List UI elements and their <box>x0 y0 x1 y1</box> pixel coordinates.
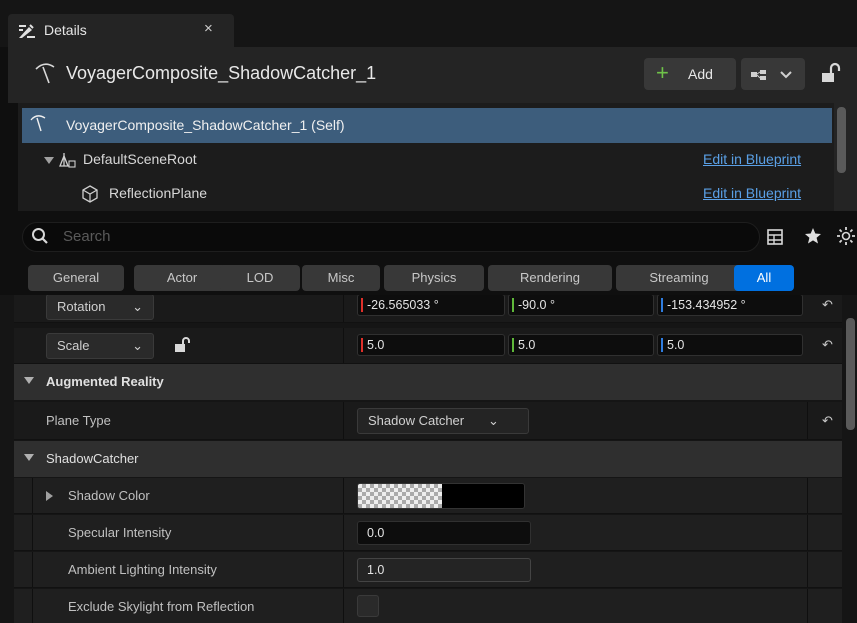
static-mesh-icon <box>82 185 98 203</box>
tab-label: Details <box>44 22 87 38</box>
plane-type-value: Shadow Catcher <box>368 413 465 428</box>
category-all[interactable]: All <box>734 265 794 291</box>
property-row-plane-type: Plane Type Shadow Catcher ⌄ ↶ <box>14 402 842 440</box>
add-component-button[interactable]: + Add <box>644 58 736 90</box>
property-row-exclude-skylight: Exclude Skylight from Reflection <box>14 589 842 623</box>
rotation-y-field[interactable]: -90.0 ° <box>508 295 654 316</box>
property-row-ambient-lighting: Ambient Lighting Intensity 1.0 <box>14 552 842 588</box>
collapse-arrow-icon <box>24 454 34 461</box>
reset-to-default-icon[interactable]: ↶ <box>822 337 836 352</box>
specular-intensity-value: 0.0 <box>367 526 385 540</box>
ambient-lighting-field[interactable]: 1.0 <box>357 558 531 582</box>
category-physics[interactable]: Physics <box>384 265 484 291</box>
property-grid: Rotation ⌄ -26.565033 ° -90.0 ° -153.434… <box>0 295 842 623</box>
search-field[interactable] <box>22 222 760 252</box>
edit-in-blueprint-link[interactable]: Edit in Blueprint <box>703 185 801 201</box>
section-label: ShadowCatcher <box>46 451 139 466</box>
scale-mode-dropdown[interactable]: Scale ⌄ <box>46 333 154 359</box>
scale-x-value: 5.0 <box>367 338 385 352</box>
property-row-rotation: Rotation ⌄ -26.565033 ° -90.0 ° -153.434… <box>14 295 842 323</box>
scene-component-icon <box>59 153 76 168</box>
category-lod[interactable]: LOD <box>220 265 300 291</box>
settings-gear-icon[interactable] <box>836 226 856 246</box>
tree-item-label: DefaultSceneRoot <box>83 151 197 167</box>
actor-name: VoyagerComposite_ShadowCatcher_1 <box>66 63 377 83</box>
ambient-lighting-value: 1.0 <box>367 563 385 577</box>
chevron-down-icon: ⌄ <box>132 299 143 314</box>
tab-details[interactable]: Details × <box>8 14 234 47</box>
property-matrix-icon[interactable] <box>766 228 784 246</box>
blueprint-options-button[interactable] <box>741 58 805 90</box>
edit-in-blueprint-link[interactable]: Edit in Blueprint <box>703 151 801 167</box>
tree-scrollbar-thumb[interactable] <box>837 107 846 173</box>
tree-row-default-scene-root[interactable]: DefaultSceneRoot Edit in Blueprint <box>22 145 832 175</box>
rotation-z-field[interactable]: -153.434952 ° <box>657 295 803 316</box>
rotation-x-value: -26.565033 ° <box>367 298 439 312</box>
lock-open-icon[interactable] <box>174 337 192 353</box>
scale-y-field[interactable]: 5.0 <box>508 334 654 356</box>
property-row-shadow-color: Shadow Color <box>14 478 842 514</box>
scale-z-value: 5.0 <box>667 338 685 352</box>
rotation-label: Rotation <box>57 299 106 314</box>
tree-self-label: VoyagerComposite_ShadowCatcher_1 (Self) <box>66 117 345 133</box>
section-augmented-reality[interactable]: Augmented Reality <box>14 364 842 400</box>
shadow-color-label: Shadow Color <box>68 488 150 503</box>
reset-to-default-icon[interactable]: ↶ <box>822 297 836 312</box>
chevron-down-icon <box>780 71 792 79</box>
close-tab-button[interactable]: × <box>204 20 213 37</box>
scale-label: Scale <box>57 338 90 353</box>
specular-intensity-field[interactable]: 0.0 <box>357 521 531 545</box>
grid-scrollbar-thumb[interactable] <box>846 318 855 430</box>
category-filter-bar: General Actor LOD Misc Physics Rendering… <box>18 261 857 295</box>
chevron-down-icon: ⌄ <box>132 338 143 353</box>
category-misc[interactable]: Misc <box>302 265 380 291</box>
section-shadow-catcher[interactable]: ShadowCatcher <box>14 441 842 477</box>
plane-type-label: Plane Type <box>46 413 111 428</box>
rotation-x-field[interactable]: -26.565033 ° <box>357 295 505 316</box>
chevron-down-icon: ⌄ <box>488 413 499 428</box>
details-icon <box>19 24 35 38</box>
category-streaming[interactable]: Streaming <box>616 265 742 291</box>
reset-to-default-icon[interactable]: ↶ <box>822 413 836 428</box>
add-label: Add <box>688 66 713 82</box>
category-rendering[interactable]: Rendering <box>488 265 612 291</box>
actor-icon <box>35 63 55 84</box>
specular-intensity-label: Specular Intensity <box>68 525 172 540</box>
alpha-checker <box>358 484 442 508</box>
rotation-mode-dropdown[interactable]: Rotation ⌄ <box>46 295 154 320</box>
category-general[interactable]: General <box>28 265 124 291</box>
search-icon <box>32 228 48 244</box>
favorites-star-icon[interactable] <box>804 227 822 245</box>
scale-z-field[interactable]: 5.0 <box>657 334 803 356</box>
blueprint-hierarchy-icon <box>751 70 792 80</box>
exclude-skylight-label: Exclude Skylight from Reflection <box>68 599 255 614</box>
search-input[interactable] <box>63 228 663 245</box>
shadow-color-swatch[interactable] <box>357 483 525 509</box>
lock-open-icon[interactable] <box>820 62 842 84</box>
ambient-lighting-label: Ambient Lighting Intensity <box>68 562 217 577</box>
plus-icon: + <box>656 60 669 85</box>
property-row-specular-intensity: Specular Intensity 0.0 <box>14 515 842 551</box>
tree-row-self[interactable]: VoyagerComposite_ShadowCatcher_1 (Self) <box>22 108 832 143</box>
rotation-z-value: -153.434952 ° <box>667 298 746 312</box>
exclude-skylight-checkbox[interactable] <box>357 595 379 617</box>
scale-y-value: 5.0 <box>518 338 536 352</box>
color-fill <box>442 484 524 508</box>
tree-row-reflection-plane[interactable]: ReflectionPlane Edit in Blueprint <box>22 179 832 209</box>
expand-arrow-icon[interactable] <box>46 491 53 501</box>
section-label: Augmented Reality <box>46 374 164 389</box>
expand-arrow-icon[interactable] <box>44 157 54 164</box>
category-actor[interactable]: Actor <box>134 265 230 291</box>
collapse-arrow-icon <box>24 377 34 384</box>
plane-type-dropdown[interactable]: Shadow Catcher ⌄ <box>357 408 529 434</box>
scale-x-field[interactable]: 5.0 <box>357 334 505 356</box>
rotation-y-value: -90.0 ° <box>518 298 555 312</box>
actor-icon <box>30 115 46 132</box>
tree-item-label: ReflectionPlane <box>109 185 208 201</box>
property-row-scale: Scale ⌄ 5.0 5.0 5.0 ↶ <box>14 328 842 364</box>
